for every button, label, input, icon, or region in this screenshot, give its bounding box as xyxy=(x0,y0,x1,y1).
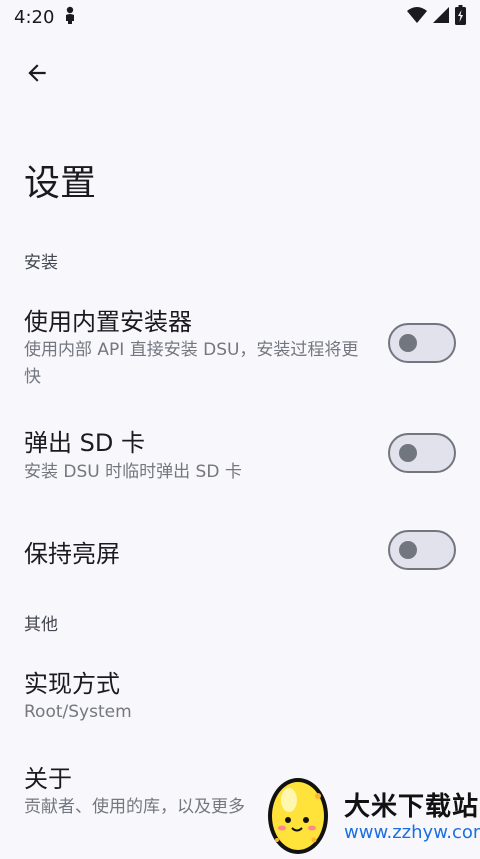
pref-summary-builtin-installer: 使用内部 API 直接安装 DSU，安装过程将更快 xyxy=(24,340,359,387)
back-button[interactable] xyxy=(14,52,60,98)
keep-screen-on-switch[interactable] xyxy=(388,530,456,570)
wifi-icon xyxy=(407,7,427,27)
status-bar: 4:20 xyxy=(0,0,480,34)
eject-sd-card-switch[interactable] xyxy=(388,433,456,473)
signal-icon xyxy=(433,7,449,27)
battery-charging-icon xyxy=(455,5,466,29)
pref-summary-implementation: Root/System xyxy=(24,702,132,722)
switch-thumb xyxy=(399,444,417,462)
pref-summary-eject-sd-card: 安装 DSU 时临时弹出 SD 卡 xyxy=(24,462,242,482)
egg-mascot-icon xyxy=(262,770,340,859)
watermark-url: www.zzhyw.com xyxy=(344,822,480,843)
pref-title-keep-screen-on: 保持亮屏 xyxy=(24,540,120,568)
section-header-other: 其他 xyxy=(24,615,58,635)
pref-title-about: 关于 xyxy=(24,765,72,793)
builtin-installer-switch[interactable] xyxy=(388,323,456,363)
page-title: 设置 xyxy=(24,163,97,204)
person-icon xyxy=(64,6,76,28)
arrow-back-icon xyxy=(24,60,50,90)
switch-thumb xyxy=(399,541,417,559)
pref-title-builtin-installer: 使用内置安装器 xyxy=(24,308,192,336)
section-header-install: 安装 xyxy=(24,253,58,273)
pref-title-eject-sd-card: 弹出 SD 卡 xyxy=(24,429,145,457)
watermark: 大米下载站 www.zzhyw.com xyxy=(262,770,480,855)
watermark-name: 大米下载站 xyxy=(344,792,480,822)
status-time: 4:20 xyxy=(14,6,55,28)
switch-thumb xyxy=(399,334,417,352)
pref-title-implementation: 实现方式 xyxy=(24,670,120,698)
